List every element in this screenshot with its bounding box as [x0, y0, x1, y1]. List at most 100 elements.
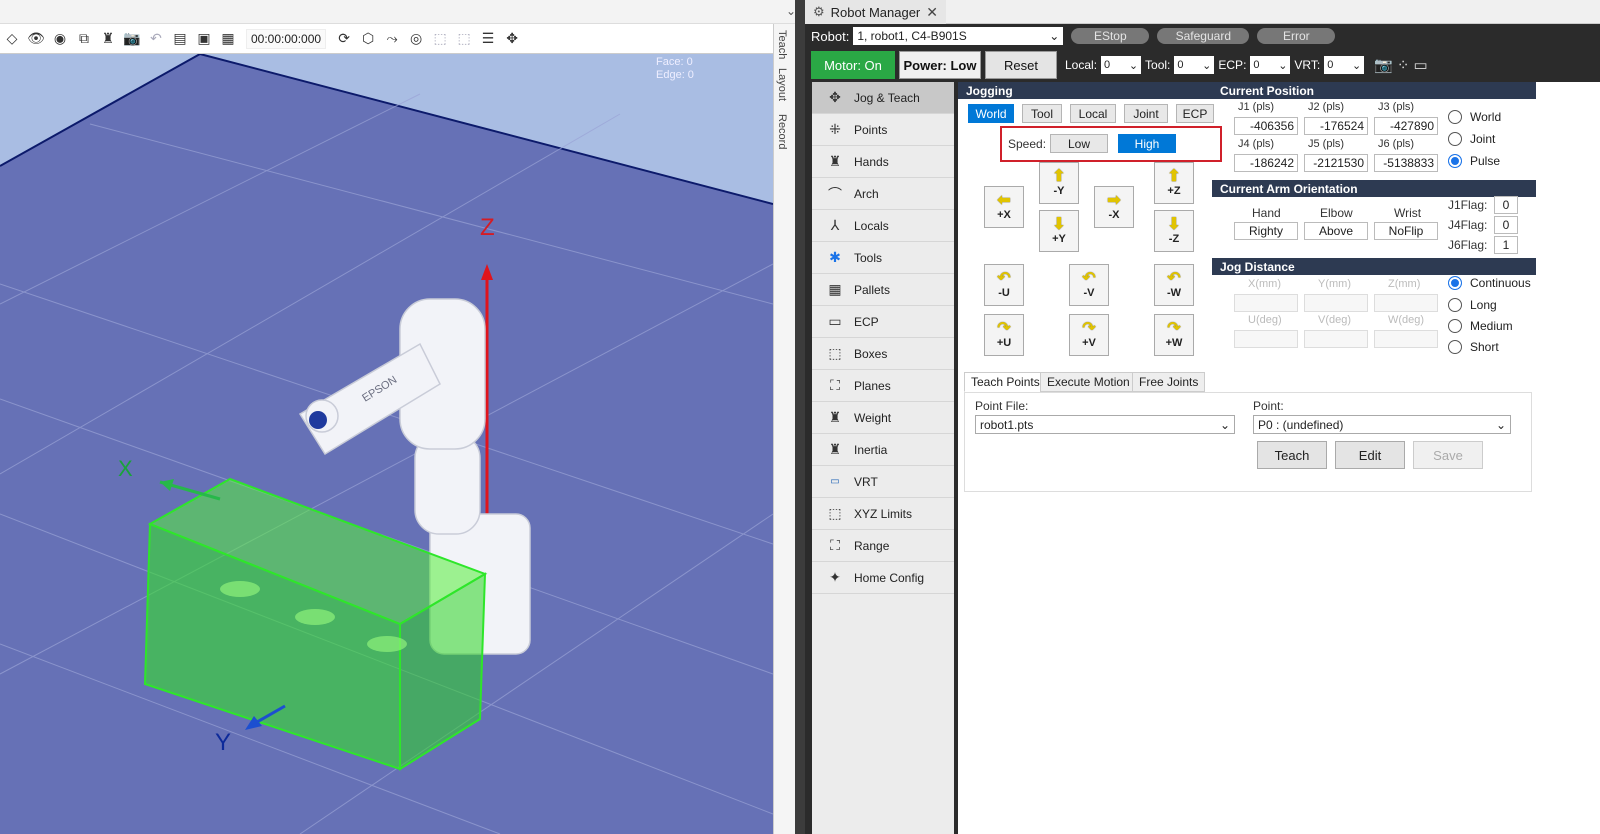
- nav-item-jog-teach[interactable]: ✥ Jog & Teach: [812, 82, 954, 114]
- nav-item-xyz-limits[interactable]: ⬚ XYZ Limits: [812, 498, 954, 530]
- nav-item-locals[interactable]: ⅄ Locals: [812, 210, 954, 242]
- tab-teach-points[interactable]: Teach Points: [964, 372, 1047, 392]
- jog-distance-continuous[interactable]: Continuous: [1448, 276, 1531, 290]
- frame-tool-button[interactable]: Tool: [1022, 104, 1062, 123]
- frame-world-button[interactable]: World: [968, 104, 1014, 123]
- tool-dropdown[interactable]: 0 ⌄: [1174, 56, 1215, 74]
- gamepad-icon[interactable]: ✥: [502, 29, 522, 49]
- camera-icon[interactable]: 📷: [1374, 56, 1393, 74]
- jog-minus-u-button[interactable]: ↶ -U: [984, 264, 1024, 306]
- w-deg-input[interactable]: [1374, 330, 1438, 348]
- cad-icon[interactable]: ⬚: [430, 29, 450, 49]
- plane-view-icon[interactable]: ◇: [2, 29, 22, 49]
- jog-distance-short[interactable]: Short: [1448, 340, 1499, 354]
- radio-label: Long: [1470, 298, 1497, 312]
- nav-item-hands[interactable]: ♜ Hands: [812, 146, 954, 178]
- 3d-scene-view[interactable]: EPSON Z X Y Face: 0 Edge: 0: [0, 54, 773, 834]
- undo-icon[interactable]: ↶: [146, 29, 166, 49]
- jog-distance-long[interactable]: Long: [1448, 298, 1497, 312]
- jog-minus-z-button[interactable]: ⬇ -Z: [1154, 210, 1194, 252]
- motor-on-button[interactable]: Motor: On: [811, 51, 895, 79]
- jog-minus-y-button[interactable]: ⬆ -Y: [1039, 162, 1079, 204]
- jog-plus-x-button[interactable]: ⬅ +X: [984, 186, 1024, 228]
- robot-icon[interactable]: ♜: [98, 29, 118, 49]
- ecp-dropdown[interactable]: 0 ⌄: [1250, 56, 1291, 74]
- power-low-button[interactable]: Power: Low: [899, 51, 981, 79]
- ecp-icon: ▭: [828, 313, 842, 329]
- edit-button[interactable]: Edit: [1335, 441, 1405, 469]
- position-mode-joint[interactable]: Joint: [1448, 132, 1495, 146]
- nav-item-weight[interactable]: ♜ Weight: [812, 402, 954, 434]
- side-tab-record[interactable]: Record: [776, 114, 788, 149]
- nav-item-tools[interactable]: ✱ Tools: [812, 242, 954, 274]
- objects-icon[interactable]: ⧉: [74, 29, 94, 49]
- vrt-dropdown[interactable]: 0 ⌄: [1324, 56, 1365, 74]
- panel-splitter[interactable]: [795, 0, 805, 834]
- jog-plus-z-button[interactable]: ⬆ +Z: [1154, 162, 1194, 204]
- speed-label: Speed:: [1008, 137, 1047, 151]
- terminal-icon[interactable]: ▭: [1413, 56, 1427, 74]
- nav-item-range[interactable]: ⛶ Range: [812, 530, 954, 562]
- jog-distance-medium[interactable]: Medium: [1448, 319, 1513, 333]
- nav-item-planes[interactable]: ⛶ Planes: [812, 370, 954, 402]
- frame-local-button[interactable]: Local: [1070, 104, 1116, 123]
- nav-item-ecp[interactable]: ▭ ECP: [812, 306, 954, 338]
- local-dropdown[interactable]: 0 ⌄: [1101, 56, 1142, 74]
- nav-item-inertia[interactable]: ♜ Inertia: [812, 434, 954, 466]
- point-file-dropdown[interactable]: robot1.pts ⌄: [975, 415, 1235, 434]
- point-dropdown[interactable]: P0 : (undefined) ⌄: [1253, 415, 1511, 434]
- path-icon[interactable]: ⤳: [382, 29, 402, 49]
- reset-button[interactable]: Reset: [985, 51, 1057, 79]
- nav-item-vrt[interactable]: ▭ VRT: [812, 466, 954, 498]
- frame-joint-button[interactable]: Joint: [1124, 104, 1168, 123]
- jog-minus-w-button[interactable]: ↶ -W: [1154, 264, 1194, 306]
- rotate-icon[interactable]: ⟳: [334, 29, 354, 49]
- tab-free-joints[interactable]: Free Joints: [1132, 372, 1206, 392]
- frame-ecp-button[interactable]: ECP: [1176, 104, 1214, 123]
- nav-item-pallets[interactable]: ▦ Pallets: [812, 274, 954, 306]
- radio-label: Continuous: [1470, 276, 1531, 290]
- target-icon[interactable]: ◎: [406, 29, 426, 49]
- jog-plus-y-button[interactable]: ⬇ +Y: [1039, 210, 1079, 252]
- u-deg-input[interactable]: [1234, 330, 1298, 348]
- sliders-icon[interactable]: ☰: [478, 29, 498, 49]
- nav-item-boxes[interactable]: ⬚ Boxes: [812, 338, 954, 370]
- side-tab-teach[interactable]: Teach: [776, 30, 788, 59]
- position-mode-pulse[interactable]: Pulse: [1448, 154, 1500, 168]
- jog-plus-u-button[interactable]: ↷ +U: [984, 314, 1024, 356]
- speed-high-button[interactable]: High: [1118, 134, 1176, 153]
- j1-value: -406356: [1234, 117, 1298, 135]
- pick-icon[interactable]: ⬡: [358, 29, 378, 49]
- nav-item-label: VRT: [854, 474, 878, 489]
- ecp-view-icon[interactable]: ⬚: [454, 29, 474, 49]
- jog-minus-x-button[interactable]: ➡ -X: [1094, 186, 1134, 228]
- nav-item-arch[interactable]: ⌒ Arch: [812, 178, 954, 210]
- j5-value: -2121530: [1304, 154, 1368, 172]
- teach-button[interactable]: Teach: [1257, 441, 1327, 469]
- grid-dots-icon[interactable]: ⁘: [1397, 56, 1410, 74]
- jog-minus-v-button[interactable]: ↶ -V: [1069, 264, 1109, 306]
- tab-execute-motion[interactable]: Execute Motion: [1040, 372, 1137, 392]
- ecp-dropdown-value: 0: [1253, 59, 1260, 71]
- visibility-icon[interactable]: ◉: [50, 29, 70, 49]
- camera-icon[interactable]: 📷: [122, 29, 142, 49]
- side-tab-layout[interactable]: Layout: [776, 68, 788, 101]
- table-icon[interactable]: ▤: [170, 29, 190, 49]
- eye-icon[interactable]: 👁: [26, 29, 46, 49]
- robot-manager-tab[interactable]: ⚙ Robot Manager ✕: [805, 0, 947, 24]
- speed-low-button[interactable]: Low: [1050, 134, 1108, 153]
- y-mm-input[interactable]: [1304, 294, 1368, 312]
- x-mm-input[interactable]: [1234, 294, 1298, 312]
- snapshot-icon[interactable]: ▣: [194, 29, 214, 49]
- close-icon[interactable]: ✕: [926, 4, 938, 21]
- nav-item-home-config[interactable]: ✦ Home Config: [812, 562, 954, 594]
- position-mode-world[interactable]: World: [1448, 110, 1501, 124]
- save-button[interactable]: Save: [1413, 441, 1483, 469]
- v-deg-input[interactable]: [1304, 330, 1368, 348]
- robot-dropdown[interactable]: 1, robot1, C4-B901S ⌄: [853, 27, 1064, 45]
- jog-plus-v-button[interactable]: ↷ +V: [1069, 314, 1109, 356]
- jog-plus-w-button[interactable]: ↷ +W: [1154, 314, 1194, 356]
- nav-item-points[interactable]: ⁜ Points: [812, 114, 954, 146]
- record-icon[interactable]: ▦: [218, 29, 238, 49]
- z-mm-input[interactable]: [1374, 294, 1438, 312]
